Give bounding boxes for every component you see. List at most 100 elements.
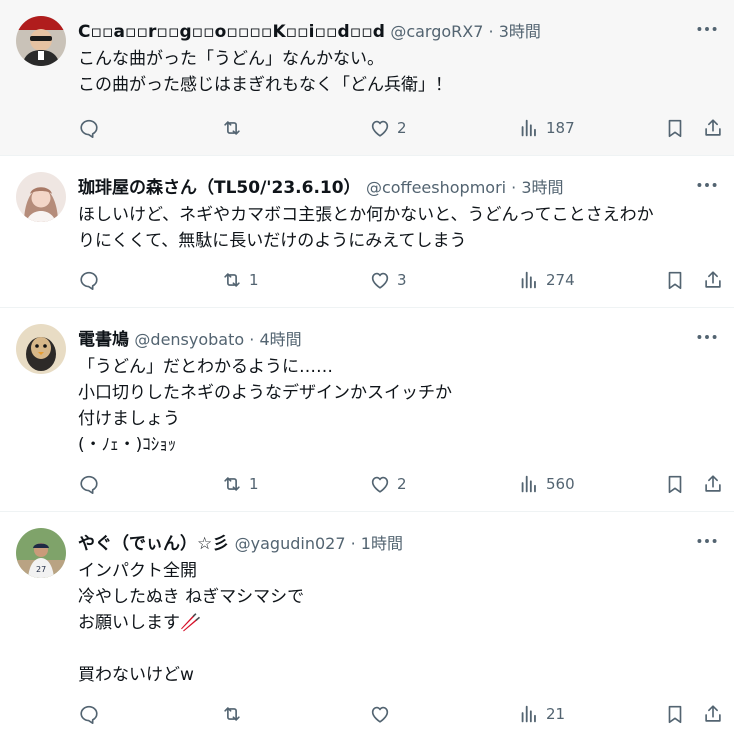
bookmark-icon — [664, 473, 686, 495]
views-icon — [518, 703, 540, 725]
bookmark-button[interactable] — [664, 699, 686, 729]
reply-button[interactable] — [78, 265, 106, 295]
like-button[interactable] — [369, 699, 397, 729]
retweet-button[interactable]: 1 — [221, 265, 259, 295]
more-icon — [694, 172, 720, 198]
bookmark-button[interactable] — [664, 265, 686, 295]
reply-icon — [78, 473, 100, 495]
retweet-button[interactable]: 1 — [221, 469, 259, 499]
more-button[interactable] — [694, 324, 720, 350]
separator: · — [506, 178, 522, 197]
text-line: りにくくて、無駄に長いだけのようにみえてしまう — [78, 231, 467, 251]
text-line: 「うどん」だとわかるように…… — [78, 357, 333, 377]
tweet-header: C▫▫a▫▫r▫▫g▫▫o▫▫▫▫K▫▫i▫▫d▫▫d @cargoRX7 · … — [78, 20, 541, 44]
bookmark-button[interactable] — [664, 113, 686, 143]
avatar[interactable] — [16, 16, 66, 66]
separator: · — [345, 534, 361, 553]
tweet[interactable]: 27 やぐ（でぃん）☆彡 @yagudin027 · 1時間 インパクト全開 冷… — [0, 512, 734, 733]
like-button[interactable]: 2 — [369, 113, 407, 143]
tweet-text: 「うどん」だとわかるように…… 小口切りしたネギのようなデザインかスイッチか 付… — [78, 354, 724, 458]
svg-text:27: 27 — [36, 565, 46, 574]
like-count: 2 — [397, 475, 407, 493]
views-icon — [518, 473, 540, 495]
retweet-count: 1 — [249, 475, 259, 493]
views-button[interactable]: 21 — [518, 699, 565, 729]
heart-icon — [369, 703, 391, 725]
more-button[interactable] — [694, 16, 720, 42]
like-button[interactable]: 3 — [369, 265, 407, 295]
separator: · — [483, 22, 499, 41]
view-count: 187 — [546, 119, 575, 137]
more-icon — [694, 16, 720, 42]
avatar[interactable] — [16, 172, 66, 222]
author-handle[interactable]: @cargoRX7 — [390, 22, 483, 41]
text-line: 買わないけどw — [78, 665, 194, 685]
views-button[interactable]: 560 — [518, 469, 575, 499]
retweet-button[interactable] — [221, 699, 249, 729]
heart-icon — [369, 117, 391, 139]
author-handle[interactable]: @coffeeshopmori — [366, 178, 506, 197]
retweet-icon — [221, 473, 243, 495]
share-icon — [702, 117, 724, 139]
retweet-button[interactable] — [221, 113, 249, 143]
author-name[interactable]: やぐ（でぃん）☆彡 — [78, 534, 229, 554]
view-count: 274 — [546, 271, 575, 289]
retweet-icon — [221, 117, 243, 139]
tweet-header: 珈琲屋の森さん（TL50/'23.6.10） @coffeeshopmori ·… — [78, 176, 564, 200]
views-icon — [518, 117, 540, 139]
share-button[interactable] — [702, 113, 724, 143]
author-name[interactable]: C▫▫a▫▫r▫▫g▫▫o▫▫▫▫K▫▫i▫▫d▫▫d — [78, 22, 385, 42]
tweet[interactable]: 電書鳩 @densyobato · 4時間 「うどん」だとわかるように…… 小口… — [0, 308, 734, 512]
more-button[interactable] — [694, 528, 720, 554]
timestamp[interactable]: 1時間 — [361, 534, 403, 553]
share-button[interactable] — [702, 699, 724, 729]
text-line: 付けましょう — [78, 409, 180, 429]
like-count: 3 — [397, 271, 407, 289]
author-handle[interactable]: @densyobato — [134, 330, 244, 349]
text-line: この曲がった感じはまぎれもなく「どん兵衛」！ — [78, 75, 452, 95]
bookmark-icon — [664, 269, 686, 291]
avatar[interactable]: 27 — [16, 528, 66, 578]
tweet-header: やぐ（でぃん）☆彡 @yagudin027 · 1時間 — [78, 532, 403, 556]
retweet-icon — [221, 703, 243, 725]
text-line: お願いします🥢 — [78, 613, 202, 633]
timestamp[interactable]: 4時間 — [259, 330, 301, 349]
text-line: (・ﾉｪ・)ｺｼｮｯ — [78, 435, 177, 455]
author-name[interactable]: 電書鳩 — [78, 330, 129, 350]
views-button[interactable]: 274 — [518, 265, 575, 295]
avatar[interactable] — [16, 324, 66, 374]
timestamp[interactable]: 3時間 — [521, 178, 563, 197]
reply-icon — [78, 117, 100, 139]
text-line: ほしいけど、ネギやカマボコ主張とか何かないと、うどんってことさえわか — [78, 205, 654, 225]
heart-icon — [369, 473, 391, 495]
reply-button[interactable] — [78, 113, 106, 143]
timestamp[interactable]: 3時間 — [499, 22, 541, 41]
author-handle[interactable]: @yagudin027 — [235, 534, 346, 553]
view-count: 21 — [546, 705, 566, 723]
reply-button[interactable] — [78, 469, 106, 499]
views-button[interactable]: 187 — [518, 113, 575, 143]
share-button[interactable] — [702, 469, 724, 499]
tweet[interactable]: C▫▫a▫▫r▫▫g▫▫o▫▫▫▫K▫▫i▫▫d▫▫d @cargoRX7 · … — [0, 0, 734, 156]
reply-icon — [78, 269, 100, 291]
text-line: こんな曲がった「うどん」なんかない。 — [78, 49, 384, 69]
text-line — [78, 636, 724, 662]
reply-icon — [78, 703, 100, 725]
share-icon — [702, 473, 724, 495]
like-button[interactable]: 2 — [369, 469, 407, 499]
share-icon — [702, 703, 724, 725]
bookmark-icon — [664, 703, 686, 725]
retweet-count: 1 — [249, 271, 259, 289]
separator: · — [244, 330, 260, 349]
tweet-text: ほしいけど、ネギやカマボコ主張とか何かないと、うどんってことさえわか りにくくて… — [78, 202, 724, 254]
reply-button[interactable] — [78, 699, 106, 729]
heart-icon — [369, 269, 391, 291]
more-button[interactable] — [694, 172, 720, 198]
author-name[interactable]: 珈琲屋の森さん（TL50/'23.6.10） — [78, 178, 361, 198]
tweet[interactable]: 珈琲屋の森さん（TL50/'23.6.10） @coffeeshopmori ·… — [0, 156, 734, 308]
bookmark-button[interactable] — [664, 469, 686, 499]
more-icon — [694, 528, 720, 554]
text-line: 冷やしたぬき ねぎマシマシで — [78, 587, 305, 607]
share-button[interactable] — [702, 265, 724, 295]
like-count: 2 — [397, 119, 407, 137]
